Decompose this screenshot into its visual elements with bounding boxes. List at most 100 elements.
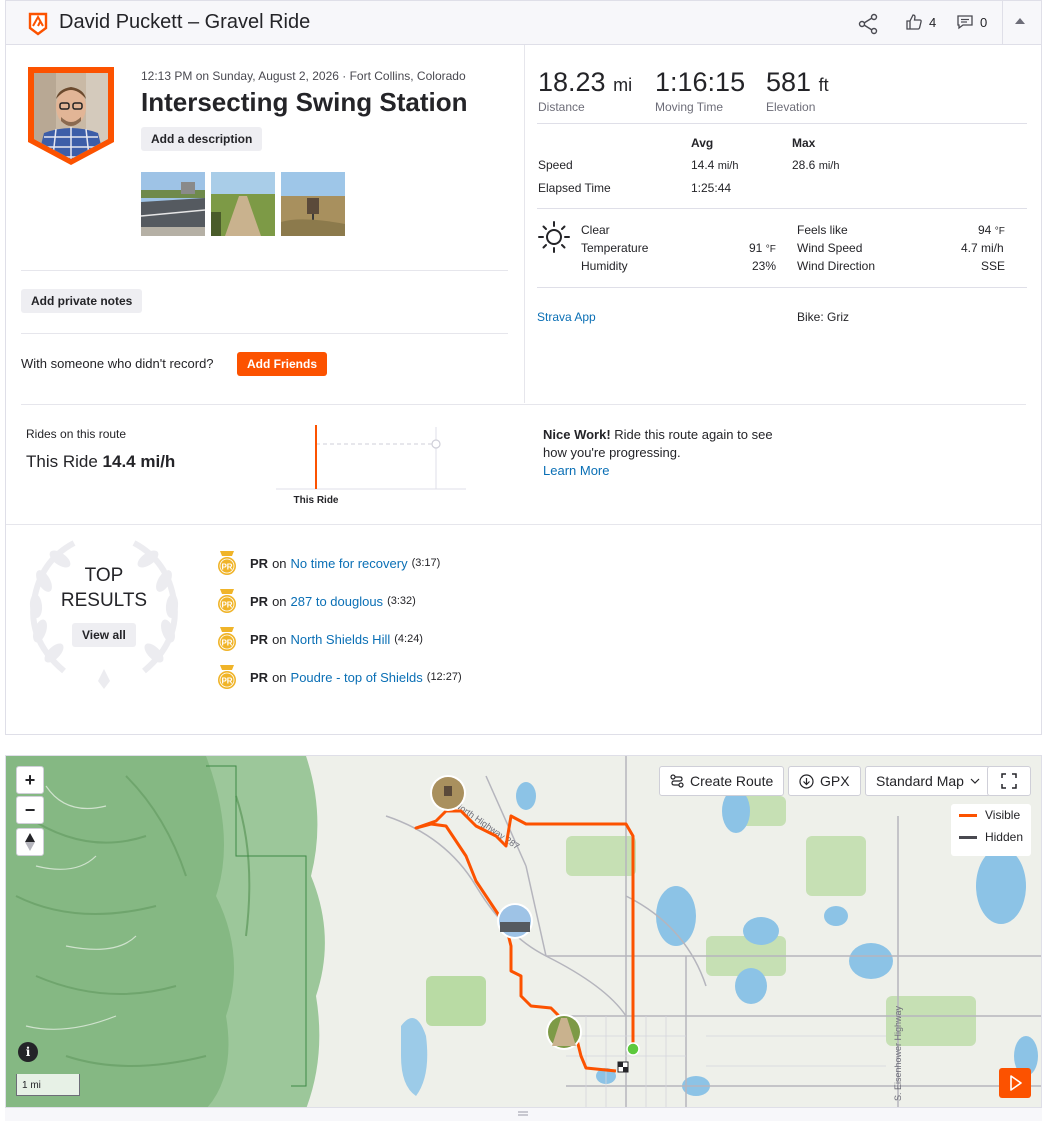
pr-medal-icon: PR [218, 627, 236, 651]
map-photo-marker-1[interactable] [430, 775, 466, 811]
svg-text:PR: PR [221, 563, 232, 572]
activity-name: Intersecting Swing Station [141, 87, 468, 117]
gpx-download-button[interactable]: GPX [788, 766, 861, 796]
map-resize-handle[interactable] [5, 1108, 1042, 1121]
route-icon [670, 774, 684, 788]
route-map[interactable]: North Highway 287 S. Eisenhower Highway … [5, 755, 1042, 1108]
fullscreen-icon [1001, 773, 1017, 789]
pr-on-text: on [272, 593, 287, 609]
activity-meta: 12:13 PM on Sunday, August 2, 2026 · For… [141, 69, 466, 83]
pr-label: PR [250, 593, 269, 609]
segment-link[interactable]: No time for recovery [291, 556, 408, 571]
svg-text:PR: PR [221, 677, 232, 686]
pr-result-item: PR PR on Poudre - top of Shields (12:27) [216, 664, 462, 690]
elevation-value: 581 [766, 67, 812, 97]
fullscreen-button[interactable] [987, 766, 1031, 796]
segment-time: (4:24) [394, 633, 423, 645]
segment-link[interactable]: Poudre - top of Shields [291, 670, 423, 685]
segment-time: (12:27) [426, 671, 462, 683]
photo-thumbnail-road[interactable] [141, 172, 205, 236]
elevation-label: Elevation [766, 100, 816, 114]
distance-unit: mi [613, 75, 633, 95]
wind-direction-label: Wind Direction [797, 259, 876, 273]
photo-thumbnail-trail[interactable] [211, 172, 275, 236]
temperature-value: 91 °F [749, 241, 776, 255]
nice-work-message: Nice Work! Ride this route again to see … [543, 426, 783, 480]
divider [6, 524, 1041, 525]
segment-time: (3:17) [411, 557, 441, 569]
wind-direction-value: SSE [981, 259, 1006, 273]
comment-icon [957, 15, 973, 30]
humidity-label: Humidity [581, 259, 628, 273]
temperature-label: Temperature [581, 241, 649, 255]
kudos-count: 4 [929, 14, 937, 30]
stat-moving-time: 1:16:15 Moving Time [655, 67, 745, 114]
zoom-out-button[interactable]: − [16, 796, 44, 824]
legend-hidden: Hidden [951, 826, 1031, 848]
pr-result-item: PR PR on No time for recovery (3:17) [216, 550, 440, 576]
divider [537, 287, 1027, 288]
activity-header: David Puckett – Gravel Ride 4 0 [6, 1, 1041, 45]
speed-max: 28.6 mi/h [792, 158, 840, 172]
zoom-in-button[interactable]: + [16, 766, 44, 794]
play-flyover-button[interactable] [999, 1068, 1031, 1098]
pr-result-item: PR PR on North Shields Hill (4:24) [216, 626, 423, 652]
add-private-notes-button[interactable]: Add private notes [21, 289, 143, 313]
activity-header-title: David Puckett – Gravel Ride [59, 11, 311, 33]
play-icon [1010, 1075, 1022, 1091]
stat-distance: 18.23 mi Distance [538, 67, 632, 114]
learn-more-link[interactable]: Learn More [543, 462, 783, 480]
column-divider [524, 45, 525, 403]
map-photo-marker-2[interactable] [497, 903, 533, 939]
photo-thumbnail-sign[interactable] [281, 172, 345, 236]
pr-on-text: on [272, 669, 287, 685]
max-header: Max [792, 136, 816, 150]
moving-time-value: 1:16:15 [655, 67, 746, 97]
stat-elevation: 581 ft Elevation [766, 67, 829, 114]
view-all-button[interactable]: View all [72, 623, 136, 647]
divider [21, 404, 1026, 405]
thumbs-up-icon [906, 14, 922, 30]
distance-label: Distance [538, 100, 585, 114]
distance-value: 18.23 [538, 67, 606, 97]
wind-speed-label: Wind Speed [797, 241, 863, 255]
header-divider [1002, 1, 1003, 45]
pr-label: PR [250, 669, 269, 685]
drag-handle-icon [518, 1111, 528, 1116]
pr-medal-icon: PR [218, 665, 236, 689]
pr-medal-icon: PR [218, 589, 236, 613]
speed-label: Speed [538, 158, 573, 172]
map-photo-marker-3[interactable] [546, 1014, 582, 1050]
create-route-button[interactable]: Create Route [659, 766, 785, 796]
top-results-title: TOP RESULTS [60, 565, 148, 611]
pr-result-item: PR PR on 287 to douglous (3:32) [216, 588, 416, 614]
segment-link[interactable]: 287 to douglous [291, 594, 384, 609]
speed-avg: 14.4 mi/h [691, 158, 739, 172]
segment-link[interactable]: North Shields Hill [291, 632, 391, 647]
wind-speed-value: 4.7 mi/h [961, 241, 1004, 255]
chevron-down-icon [970, 778, 980, 784]
create-route-label: Create Route [690, 773, 774, 789]
add-friends-button[interactable]: Add Friends [237, 352, 328, 376]
comments-button[interactable]: 0 [956, 13, 987, 31]
collapse-chevron-up-icon[interactable] [1015, 18, 1025, 24]
divider [21, 270, 508, 271]
pr-on-text: on [272, 631, 287, 647]
photo-strip [141, 172, 345, 236]
athlete-avatar[interactable] [26, 67, 116, 165]
map-type-select[interactable]: Standard Map [865, 766, 991, 796]
share-icon[interactable] [857, 13, 879, 35]
elapsed-time-label: Elapsed Time [538, 181, 611, 195]
device-link[interactable]: Strava App [537, 310, 596, 324]
bike-info: Bike: Griz [797, 310, 850, 324]
map-canvas[interactable]: North Highway 287 S. Eisenhower Highway [6, 756, 1042, 1108]
divider [21, 333, 508, 334]
route-start-marker[interactable] [626, 1042, 640, 1056]
sun-icon [538, 221, 570, 253]
compass-north-button[interactable] [16, 828, 44, 856]
info-icon[interactable]: i [18, 1042, 38, 1062]
divider [537, 123, 1027, 124]
kudos-button[interactable]: 4 [905, 13, 936, 31]
map-scale: 1 mi [16, 1074, 80, 1096]
add-description-button[interactable]: Add a description [141, 127, 263, 151]
